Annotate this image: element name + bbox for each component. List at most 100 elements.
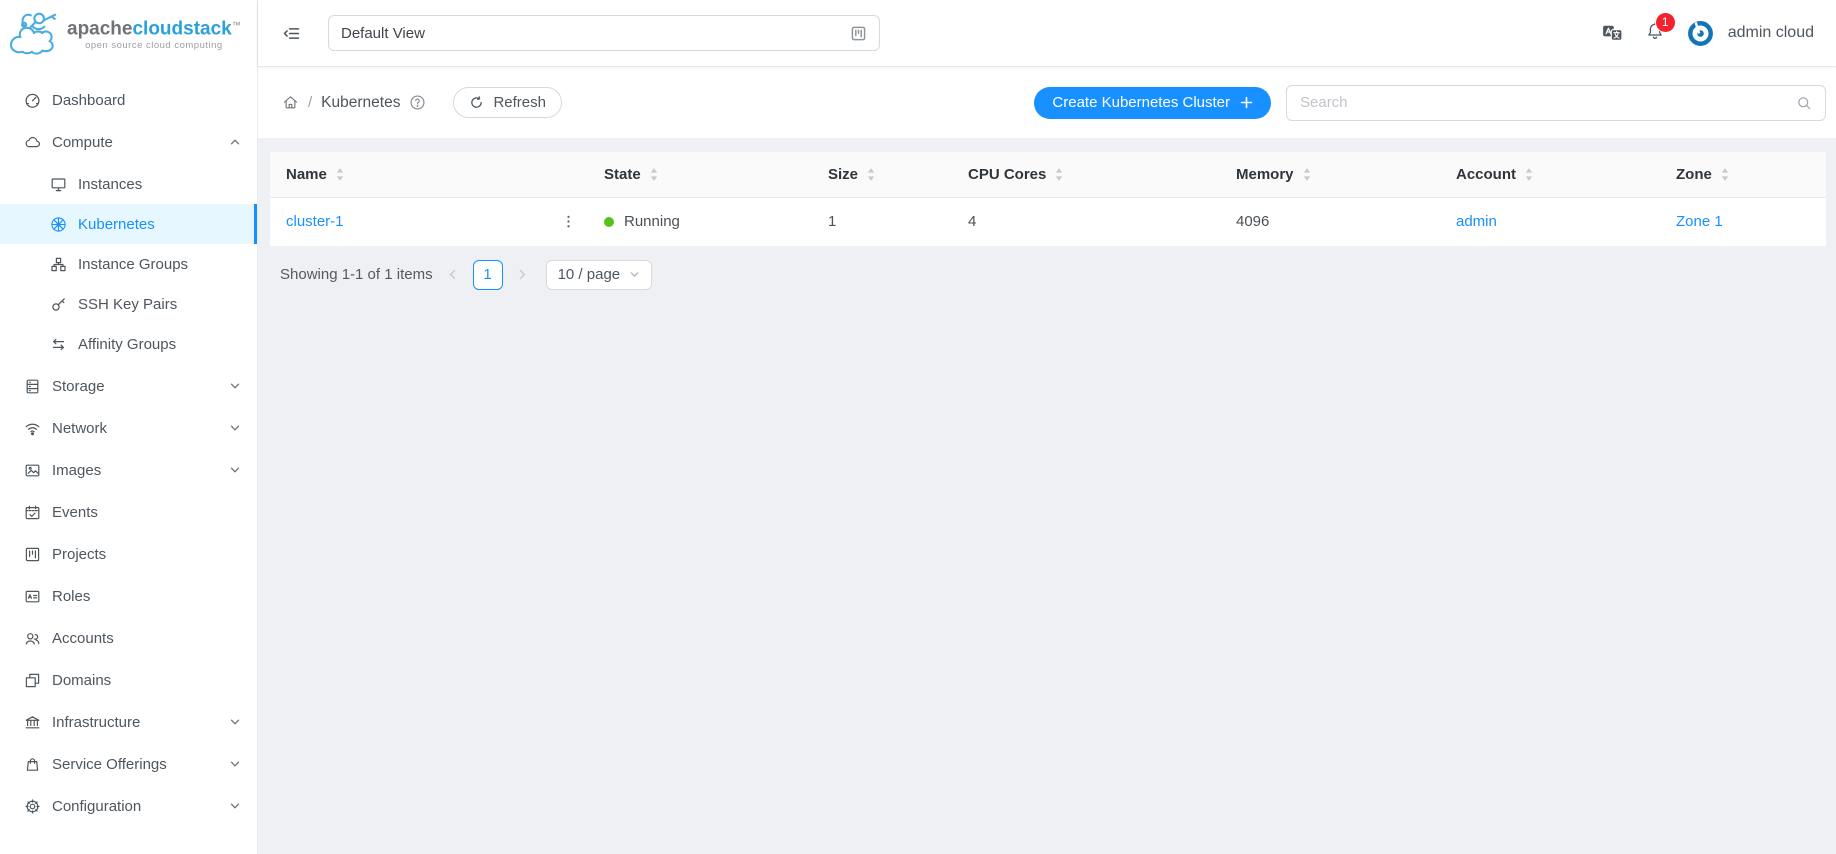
- sidebar-item-instance-groups[interactable]: Instance Groups: [0, 244, 257, 284]
- shopping-bag-icon: [24, 756, 41, 773]
- pagination: Showing 1-1 of 1 items 1 10 / page: [280, 260, 1826, 290]
- column-header-state[interactable]: State: [588, 152, 812, 197]
- cell-memory: 4096: [1220, 197, 1440, 246]
- sort-icon: [1302, 167, 1312, 182]
- sidebar-item-ssh-key-pairs[interactable]: SSH Key Pairs: [0, 284, 257, 324]
- sort-icon: [335, 167, 345, 182]
- sidebar-menu: Dashboard Compute Instances Kubernetes I…: [0, 66, 257, 854]
- cell-size: 1: [812, 197, 952, 246]
- cell-name: cluster-1: [270, 197, 588, 246]
- chevron-left-icon: [446, 268, 459, 281]
- pagination-summary: Showing 1-1 of 1 items: [280, 266, 433, 283]
- column-header-zone[interactable]: Zone: [1660, 152, 1826, 197]
- main-column: Default View 1 admin cloud / Kubernetes …: [258, 0, 1836, 854]
- brand-text: apachecloudstack™ open source cloud comp…: [67, 15, 241, 51]
- sidebar-item-network[interactable]: Network: [0, 408, 257, 448]
- breadcrumb-separator: /: [308, 94, 312, 111]
- toolbar-actions: Create Kubernetes Cluster: [1034, 85, 1826, 121]
- sort-icon: [1524, 167, 1534, 182]
- team-icon: [24, 630, 41, 647]
- sidebar-item-accounts[interactable]: Accounts: [0, 618, 257, 658]
- cloudmonkey-icon: [8, 8, 62, 58]
- home-icon[interactable]: [282, 94, 299, 111]
- refresh-button[interactable]: Refresh: [453, 87, 562, 118]
- sidebar-item-compute[interactable]: Compute: [0, 122, 257, 162]
- sort-icon: [1720, 167, 1730, 182]
- sidebar-item-events[interactable]: Events: [0, 492, 257, 532]
- column-header-size[interactable]: Size: [812, 152, 952, 197]
- idcard-icon: [24, 588, 41, 605]
- reload-icon: [469, 95, 484, 110]
- calendar-check-icon: [24, 504, 41, 521]
- sidebar-item-domains[interactable]: Domains: [0, 660, 257, 700]
- chevron-right-icon: [516, 268, 529, 281]
- create-kubernetes-cluster-button[interactable]: Create Kubernetes Cluster: [1034, 87, 1271, 119]
- chevron-down-icon: [229, 464, 241, 476]
- chevron-down-icon: [229, 800, 241, 812]
- notification-badge: 1: [1656, 13, 1675, 32]
- breadcrumb-toolbar: / Kubernetes Refresh Create Kubernetes C…: [258, 66, 1836, 138]
- sidebar-item-infrastructure[interactable]: Infrastructure: [0, 702, 257, 742]
- dashboard-icon: [24, 92, 41, 109]
- chevron-down-icon: [229, 758, 241, 770]
- kubernetes-table: Name State Size CPU Cores Memory Account…: [270, 152, 1826, 247]
- search-icon[interactable]: [1796, 95, 1812, 111]
- account-link[interactable]: admin: [1456, 213, 1497, 230]
- plus-icon: [1240, 96, 1253, 109]
- breadcrumb-current: Kubernetes: [321, 94, 400, 112]
- cell-state: Running: [588, 197, 812, 246]
- swap-icon: [50, 336, 67, 353]
- notifications-button[interactable]: 1: [1645, 21, 1665, 46]
- desktop-icon: [50, 176, 67, 193]
- brand-tagline: open source cloud computing: [67, 40, 241, 51]
- search-input[interactable]: [1300, 94, 1796, 111]
- sidebar-item-instances[interactable]: Instances: [0, 164, 257, 204]
- sidebar-item-kubernetes[interactable]: Kubernetes: [0, 204, 257, 244]
- current-page-button[interactable]: 1: [473, 260, 503, 290]
- search-box: [1286, 85, 1826, 121]
- column-header-name[interactable]: Name: [270, 152, 588, 197]
- table-header-row: Name State Size CPU Cores Memory Account…: [270, 152, 1826, 197]
- sidebar-item-configuration[interactable]: Configuration: [0, 786, 257, 826]
- sidebar-item-service-offerings[interactable]: Service Offerings: [0, 744, 257, 784]
- project-view-selector[interactable]: Default View: [328, 15, 880, 51]
- sidebar-item-images[interactable]: Images: [0, 450, 257, 490]
- column-header-account[interactable]: Account: [1440, 152, 1660, 197]
- cluster-name-link[interactable]: cluster-1: [286, 213, 344, 230]
- prev-page-button[interactable]: [442, 264, 464, 286]
- sidebar-item-projects[interactable]: Projects: [0, 534, 257, 574]
- user-name[interactable]: admin cloud: [1728, 24, 1814, 42]
- brand-apache: apache: [67, 18, 132, 39]
- header-actions: 1 admin cloud: [1602, 20, 1814, 47]
- column-header-memory[interactable]: Memory: [1220, 152, 1440, 197]
- brand-logo[interactable]: apachecloudstack™ open source cloud comp…: [0, 0, 257, 66]
- chevron-up-icon: [229, 136, 241, 148]
- kubernetes-icon: [50, 216, 67, 233]
- cell-account: admin: [1440, 197, 1660, 246]
- cluster-icon: [50, 256, 67, 273]
- question-circle-icon[interactable]: [409, 94, 426, 111]
- sidebar-item-roles[interactable]: Roles: [0, 576, 257, 616]
- sidebar-item-storage[interactable]: Storage: [0, 366, 257, 406]
- avatar[interactable]: [1687, 20, 1714, 47]
- chevron-down-icon: [229, 422, 241, 434]
- zone-link[interactable]: Zone 1: [1676, 213, 1723, 230]
- row-actions-ellipsis-icon[interactable]: [561, 214, 576, 229]
- content-area: Name State Size CPU Cores Memory Account…: [258, 138, 1836, 854]
- table-row: cluster-1 Running 1 4 4096 admin Zone 1: [270, 197, 1826, 246]
- bank-icon: [24, 714, 41, 731]
- chevron-down-icon: [229, 380, 241, 392]
- page-size-select[interactable]: 10 / page: [546, 260, 653, 290]
- column-header-cpu-cores[interactable]: CPU Cores: [952, 152, 1220, 197]
- menu-fold-icon[interactable]: [282, 24, 301, 43]
- sidebar: apachecloudstack™ open source cloud comp…: [0, 0, 258, 854]
- sidebar-item-affinity-groups[interactable]: Affinity Groups: [0, 324, 257, 364]
- sort-icon: [649, 167, 659, 182]
- translation-icon[interactable]: [1602, 23, 1623, 43]
- cloudstack-app: apachecloudstack™ open source cloud comp…: [0, 0, 1836, 854]
- trademark: ™: [232, 20, 241, 30]
- cell-cpu-cores: 4: [952, 197, 1220, 246]
- next-page-button[interactable]: [512, 264, 534, 286]
- sidebar-item-dashboard[interactable]: Dashboard: [0, 80, 257, 120]
- picture-icon: [24, 462, 41, 479]
